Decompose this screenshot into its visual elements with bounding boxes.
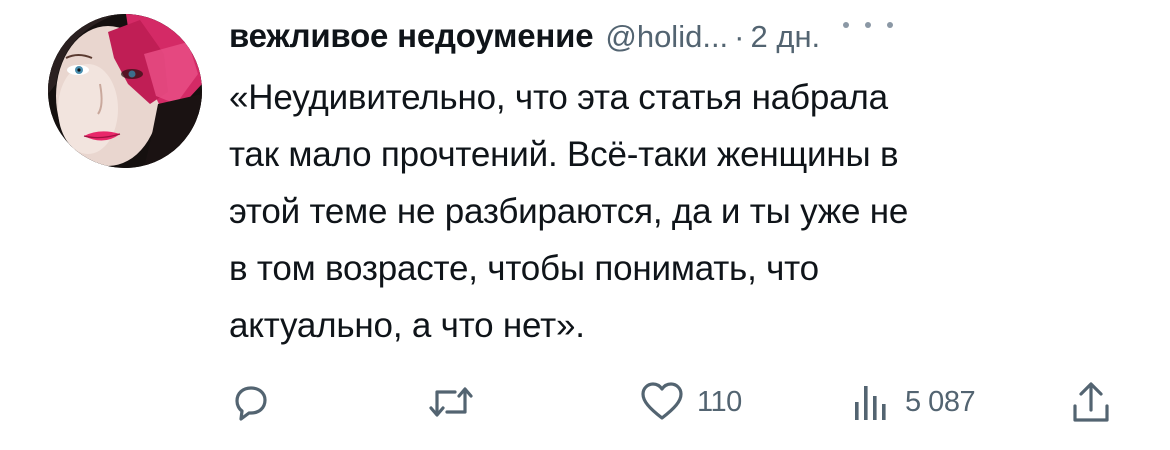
avatar[interactable] xyxy=(48,14,202,168)
reply-button[interactable] xyxy=(229,380,285,424)
heart-icon xyxy=(641,382,683,420)
share-icon xyxy=(1073,382,1109,422)
like-count: 110 xyxy=(697,385,742,418)
share-button[interactable] xyxy=(1069,380,1113,424)
author-display-name[interactable]: вежливое недоумение xyxy=(229,10,594,62)
more-dot xyxy=(843,22,849,28)
like-button[interactable]: 110 xyxy=(639,380,742,424)
views-count: 5 087 xyxy=(905,385,976,418)
retweet-button[interactable] xyxy=(427,380,487,424)
more-options-icon[interactable] xyxy=(843,10,893,40)
author-handle[interactable]: @holid... xyxy=(605,11,728,63)
tweet-content: вежливое недоумение @holid... · 2 дн. «Н… xyxy=(229,10,1129,354)
avatar-portrait xyxy=(48,14,202,168)
views-chart-icon xyxy=(855,386,886,420)
more-dot xyxy=(865,22,871,28)
tweet[interactable]: вежливое недоумение @holid... · 2 дн. «Н… xyxy=(0,0,1170,450)
views-button[interactable]: 5 087 xyxy=(849,380,976,424)
more-dot xyxy=(887,22,893,28)
tweet-actions: 110 5 087 xyxy=(229,380,1129,424)
reply-icon xyxy=(235,386,267,421)
separator-dot: · xyxy=(734,19,745,54)
tweet-text: «Неудивительно, что эта статья набрала т… xyxy=(229,78,909,345)
tweet-timestamp[interactable]: 2 дн. xyxy=(751,11,821,63)
retweet-icon xyxy=(429,387,473,417)
tweet-header: вежливое недоумение @holid... · 2 дн. xyxy=(229,10,1129,62)
